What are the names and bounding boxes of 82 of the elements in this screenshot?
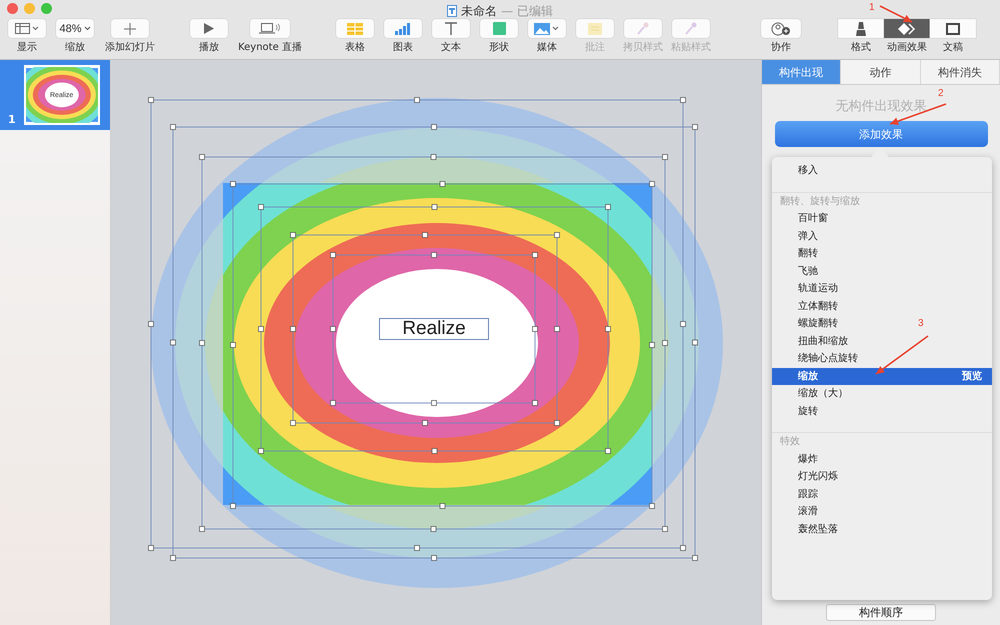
play-icon xyxy=(204,23,214,34)
menu-item[interactable]: 弹入 xyxy=(798,228,818,245)
toolbar-label: 图表 xyxy=(393,40,413,54)
menu-item[interactable]: 滚滑 xyxy=(798,503,818,520)
plus-icon xyxy=(124,22,136,34)
toolbar-label: 动画效果 xyxy=(887,41,927,54)
view-button[interactable] xyxy=(8,19,46,38)
menu-item[interactable]: 百叶窗 xyxy=(798,210,828,228)
window-title: 未命名 xyxy=(461,2,498,20)
toolbar-label: 播放 xyxy=(199,40,219,54)
build-order-button[interactable]: 构件顺序 xyxy=(826,604,936,621)
text-icon xyxy=(445,22,457,35)
inspector-tab[interactable]: 构件消失 xyxy=(920,60,1000,84)
paintbrush-icon xyxy=(855,22,867,36)
add-person-icon xyxy=(771,22,791,36)
menu-item[interactable]: 飞驰 xyxy=(798,262,818,280)
menu-item[interactable]: 旋转 xyxy=(798,402,818,420)
menu-item-label: 缩放 xyxy=(798,370,818,384)
toolbar-label: 格式 xyxy=(851,40,871,54)
menu-item[interactable]: 爆炸 xyxy=(798,450,818,468)
toolbar-label: 显示 xyxy=(17,41,37,54)
chart-button[interactable] xyxy=(384,19,422,38)
menu-item[interactable]: 移入 xyxy=(798,162,818,180)
shape-button[interactable] xyxy=(480,19,518,38)
annotation-number: 3 xyxy=(918,318,924,329)
toolbar-label: 添加幻灯片 xyxy=(105,40,155,54)
toolbar-label: 批注 xyxy=(585,40,605,54)
slide-text-box[interactable]: Realize xyxy=(379,318,489,340)
inspector-tab[interactable]: 动作 xyxy=(841,60,921,84)
toolbar-label: 协作 xyxy=(771,40,791,54)
eyedropper-icon xyxy=(685,22,697,35)
format-button[interactable] xyxy=(838,19,884,38)
menu-item[interactable]: 缩放（大） xyxy=(798,385,848,402)
add-button[interactable] xyxy=(111,19,149,38)
note-icon xyxy=(588,22,602,34)
menu-section-header: 翻转、旋转与缩放 xyxy=(772,192,992,210)
zoom-button[interactable]: 48% xyxy=(56,19,94,38)
collab-button[interactable] xyxy=(761,19,801,38)
menu-item[interactable]: 扭曲和缩放 xyxy=(798,332,848,350)
close-button[interactable] xyxy=(7,3,18,14)
document-icon xyxy=(447,5,458,17)
menu-item[interactable]: 绕轴心点旋转 xyxy=(798,350,858,368)
menu-section-header: 特效 xyxy=(772,432,992,450)
toolbar-label: 拷贝样式 xyxy=(623,40,663,54)
sidebar-layout-icon xyxy=(15,23,39,34)
empty-message: 无构件出现效果 xyxy=(836,98,926,115)
document-panel-icon xyxy=(946,22,960,34)
toolbar-label: Keynote 直播 xyxy=(238,40,302,54)
toolbar-label: 粘贴样式 xyxy=(671,40,711,54)
diamond-icon xyxy=(898,22,916,34)
table-icon xyxy=(347,22,363,34)
eyedropper-icon xyxy=(637,22,649,35)
toolbar-label: 表格 xyxy=(345,40,365,54)
text-button[interactable] xyxy=(432,19,470,38)
toolbar-label: 媒体 xyxy=(537,41,557,54)
slide-number: 1 xyxy=(8,113,16,126)
laptop-broadcast-icon xyxy=(259,23,281,34)
media-button[interactable] xyxy=(528,19,566,38)
play-button[interactable] xyxy=(190,19,228,38)
menu-item[interactable]: 立体翻转 xyxy=(798,298,838,315)
toolbar-label: 缩放 xyxy=(65,40,85,54)
menu-item[interactable]: 螺旋翻转 xyxy=(798,315,838,332)
toolbar-label: 文稿 xyxy=(943,40,963,54)
toolbar-label: 形状 xyxy=(489,40,509,54)
animate-button[interactable] xyxy=(884,19,930,38)
menu-item[interactable]: 翻转 xyxy=(798,245,818,262)
annotation-number: 1 xyxy=(869,2,875,13)
menu-item[interactable]: 轰然坠落 xyxy=(798,520,838,538)
menu-item[interactable]: 灯光闪烁 xyxy=(798,468,838,486)
annotation-number: 2 xyxy=(938,88,944,99)
preview-label[interactable]: 预览 xyxy=(962,368,982,385)
image-icon xyxy=(534,22,560,34)
menu-item[interactable]: 轨道运动 xyxy=(798,280,838,298)
caret-icon xyxy=(84,26,91,31)
toolbar-label: 文本 xyxy=(441,40,461,54)
document-button[interactable] xyxy=(930,19,976,38)
square-shape-icon xyxy=(492,22,506,35)
menu-item[interactable]: 缩放 预览 xyxy=(772,368,992,385)
zoom-button[interactable] xyxy=(41,3,52,14)
live-button[interactable] xyxy=(250,19,290,38)
bar-chart-icon xyxy=(395,22,411,34)
menu-item[interactable]: 跟踪 xyxy=(798,486,818,503)
